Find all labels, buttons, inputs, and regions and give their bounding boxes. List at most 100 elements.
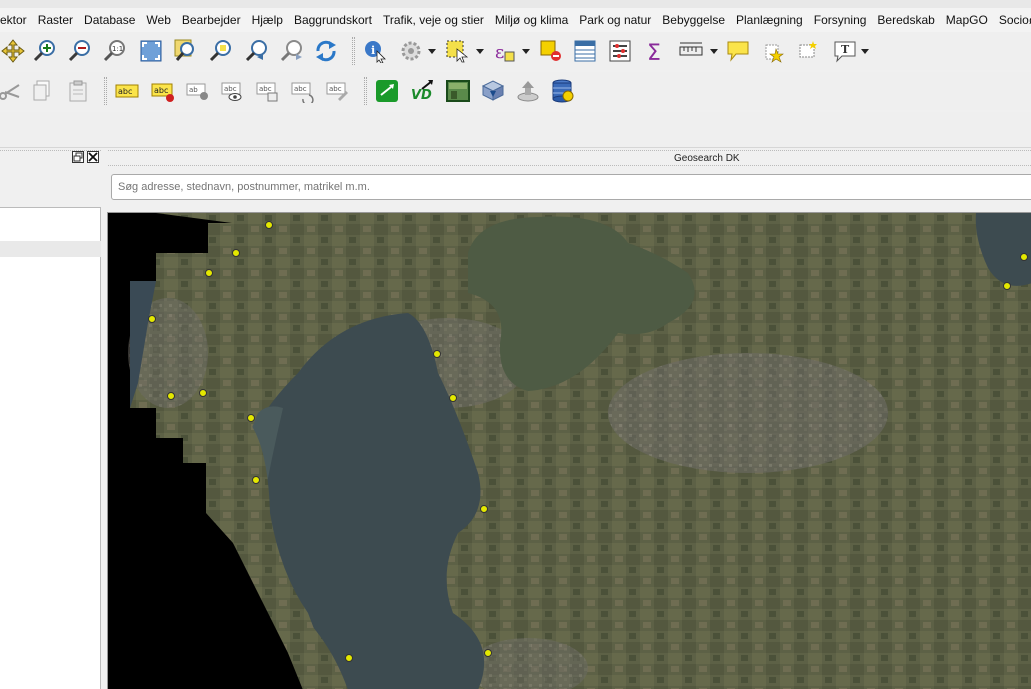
zoom-layer-icon[interactable] — [173, 38, 199, 64]
point-marker[interactable] — [433, 350, 441, 358]
measure-icon[interactable] — [678, 38, 704, 64]
menu-baggrundskort[interactable]: Baggrundskort — [294, 13, 372, 27]
point-marker[interactable] — [480, 505, 488, 513]
point-marker[interactable] — [252, 476, 260, 484]
deselect-dropdown-arrow[interactable] — [522, 49, 530, 54]
attribute-table-icon[interactable] — [572, 38, 598, 64]
menu-database[interactable]: Database — [84, 13, 135, 27]
menu-park[interactable]: Park og natur — [579, 13, 651, 27]
point-marker[interactable] — [484, 649, 492, 657]
menu-bearbejder[interactable]: Bearbejder — [182, 13, 241, 27]
title-strip — [0, 0, 1031, 8]
layers-panel-row[interactable] — [0, 241, 101, 257]
svg-text:ab: ab — [189, 86, 198, 94]
point-marker[interactable] — [205, 269, 213, 277]
menu-hjaelp[interactable]: Hjælp — [252, 13, 283, 27]
raster-icon[interactable] — [445, 78, 471, 104]
new-bookmark-icon[interactable] — [761, 38, 787, 64]
menu-raster[interactable]: Raster — [38, 13, 73, 27]
deselect-icon[interactable]: ε — [492, 38, 518, 64]
svg-text:abc: abc — [259, 85, 272, 93]
zoom-native-icon[interactable]: 1:1 — [102, 38, 128, 64]
field-calculator-icon[interactable] — [607, 38, 633, 64]
menu-forsyning[interactable]: Forsyning — [814, 13, 867, 27]
label-show-icon[interactable]: ab — [185, 78, 211, 104]
svg-text:abc: abc — [118, 87, 132, 96]
copy-icon[interactable] — [30, 78, 56, 104]
geosearch-input[interactable] — [111, 174, 1031, 200]
satellite-map — [108, 213, 1031, 689]
label-icon[interactable]: abc — [114, 78, 140, 104]
toolbar-separator-2 — [104, 77, 107, 105]
svg-text:ε: ε — [495, 42, 504, 63]
menu-beredskab[interactable]: Beredskab — [877, 13, 934, 27]
label-move-icon[interactable]: abc — [255, 78, 281, 104]
annotation-dropdown-arrow[interactable] — [861, 49, 869, 54]
label-pin-icon[interactable]: abc — [150, 78, 176, 104]
text-annotation-icon[interactable]: T — [832, 38, 858, 64]
point-marker[interactable] — [199, 389, 207, 397]
cut-icon[interactable] — [0, 78, 22, 104]
menu-socio[interactable]: Socioøkonomi — [999, 13, 1031, 27]
svg-text:VD: VD — [411, 88, 432, 103]
geosearch-dock-titlebar — [108, 150, 1031, 166]
point-marker[interactable] — [148, 315, 156, 323]
clear-selection-icon[interactable] — [538, 38, 564, 64]
menu-miljo[interactable]: Miljø og klima — [495, 13, 568, 27]
map-navigation-toolbar: 1:1 i ε Σ T — [0, 32, 1031, 70]
identify-icon[interactable]: i — [362, 38, 388, 64]
point-marker[interactable] — [1020, 253, 1028, 261]
upload-icon[interactable] — [515, 78, 541, 104]
point-marker[interactable] — [232, 249, 240, 257]
measure-dropdown-arrow[interactable] — [710, 49, 718, 54]
zoom-selection-icon[interactable] — [208, 38, 234, 64]
label-change-icon[interactable]: abc — [325, 78, 351, 104]
point-marker[interactable] — [345, 654, 353, 662]
point-marker[interactable] — [167, 392, 175, 400]
zoom-full-icon[interactable] — [138, 38, 164, 64]
select-feature-icon[interactable] — [444, 38, 470, 64]
float-icon[interactable] — [72, 151, 84, 163]
point-marker[interactable] — [265, 221, 273, 229]
action-icon[interactable] — [398, 38, 424, 64]
zoom-last-icon[interactable] — [244, 38, 270, 64]
menu-vektor[interactable]: ektor — [0, 13, 27, 27]
show-bookmarks-icon[interactable] — [795, 38, 821, 64]
menu-bebyggelse[interactable]: Bebyggelse — [662, 13, 725, 27]
close-icon[interactable] — [87, 151, 99, 163]
vd-icon[interactable]: VD — [409, 78, 435, 104]
point-marker[interactable] — [247, 414, 255, 422]
empty-toolbar-row — [0, 112, 1031, 148]
zoom-in-icon[interactable] — [32, 38, 58, 64]
svg-text:abc: abc — [329, 85, 342, 93]
gps-icon[interactable] — [374, 78, 400, 104]
download-icon[interactable] — [480, 78, 506, 104]
paste-icon[interactable] — [65, 78, 91, 104]
map-canvas[interactable] — [107, 212, 1031, 689]
zoom-out-icon[interactable] — [67, 38, 93, 64]
svg-text:T: T — [841, 43, 850, 56]
statistics-icon[interactable]: Σ — [643, 38, 669, 64]
town-area-east — [608, 353, 888, 473]
menu-web[interactable]: Web — [146, 13, 170, 27]
map-tips-icon[interactable] — [725, 38, 751, 64]
menu-trafik[interactable]: Trafik, veje og stier — [383, 13, 484, 27]
pan-map-icon[interactable] — [0, 38, 26, 64]
select-dropdown-arrow[interactable] — [476, 49, 484, 54]
refresh-icon[interactable] — [313, 38, 339, 64]
zoom-next-icon[interactable] — [279, 38, 305, 64]
point-marker[interactable] — [1003, 282, 1011, 290]
menu-planlaegning[interactable]: Planlægning — [736, 13, 803, 27]
database-icon[interactable] — [550, 78, 576, 104]
point-marker[interactable] — [449, 394, 457, 402]
label-rotate-icon[interactable]: abc — [290, 78, 316, 104]
label-hide-icon[interactable]: abc — [220, 78, 246, 104]
svg-text:abc: abc — [294, 85, 307, 93]
svg-text:abc: abc — [154, 86, 168, 95]
menu-mapgo[interactable]: MapGO — [946, 13, 988, 27]
svg-text:1:1: 1:1 — [112, 45, 123, 53]
action-dropdown-arrow[interactable] — [428, 49, 436, 54]
menu-bar: ektor Raster Database Web Bearbejder Hjæ… — [0, 8, 1031, 32]
svg-text:Σ: Σ — [647, 41, 661, 63]
toolbar-separator — [352, 37, 355, 65]
